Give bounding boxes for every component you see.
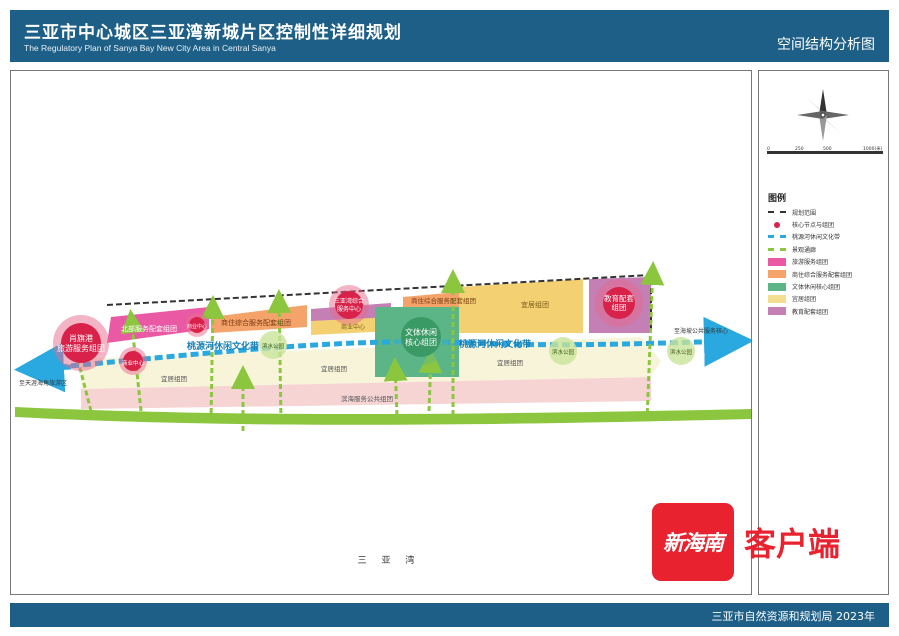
- label-residential-right: 宜居组团: [497, 358, 523, 367]
- legend-item: 宜居组团: [768, 293, 852, 305]
- compass-and-scale: 0 250 500 1000(米): [767, 89, 883, 154]
- legend-label: 教育配套组团: [792, 308, 829, 316]
- plan-title: 三亚市中心城区三亚湾新城片区控制性详细规划: [24, 23, 402, 43]
- legend-item: 景观通廊: [768, 243, 852, 255]
- scale-label-0: 0: [767, 146, 770, 152]
- legend-item: 核心节点与组团: [768, 218, 852, 230]
- legend-item: 教育配套组团: [768, 305, 852, 317]
- plan-subtitle: The Regulatory Plan of Sanya Bay New Cit…: [24, 43, 276, 53]
- node-leisure: [401, 317, 441, 357]
- label-park-3: 滨水公园: [670, 348, 693, 356]
- legend-label: 核心节点与组团: [792, 222, 835, 230]
- label-residential-mid: 宜居组团: [321, 364, 347, 373]
- scale-label-1: 250: [795, 146, 804, 152]
- node-west-port: [61, 323, 101, 363]
- legend-swatch: [768, 270, 786, 279]
- label-residential-left: 宜居组团: [161, 374, 187, 383]
- legend-title: 图例: [768, 194, 787, 204]
- legend-item: 商住综合服务配套组团: [768, 268, 852, 280]
- legend-label: 规划范围: [792, 209, 817, 217]
- legend-label: 桃源河休闲文化带: [792, 234, 841, 242]
- label-river-belt-right: 桃源河休闲文化带: [459, 338, 531, 350]
- watermark-text: 客户端: [744, 525, 841, 563]
- structure-map: 肖旗港旅游服务组团 文体休闲核心组团 教育配套组团 三亚湾综合服务中心 桃源河休…: [14, 261, 751, 566]
- header-bar: 三亚市中心城区三亚湾新城片区控制性详细规划 The Regulatory Pla…: [10, 10, 889, 62]
- legend-label: 文体休闲核心组团: [792, 284, 841, 292]
- legend-label: 旅游服务组团: [792, 259, 829, 267]
- label-commerce-left: 北部服务配套组团: [121, 324, 177, 333]
- label-coastal-band: 滨海服务公共组团: [341, 394, 393, 403]
- legend-swatch: [768, 221, 786, 229]
- scale-label-3: 1000(米): [863, 145, 883, 152]
- footer-bar: 三亚市自然资源和规划局 2023年: [10, 603, 889, 627]
- legend-swatch: [768, 208, 786, 216]
- legend-item: 文体休闲核心组团: [768, 280, 852, 292]
- compass-rose-icon: [797, 89, 849, 141]
- legend-label: 商住综合服务配套组团: [792, 271, 853, 279]
- legend-swatch: [768, 245, 786, 253]
- coastal-green-belt: [15, 407, 751, 425]
- footer-credit: 三亚市自然资源和规划局 2023年: [711, 610, 876, 623]
- label-residential-top-right: 宜居组团: [521, 300, 549, 309]
- map-canvas: 肖旗港旅游服务组团 文体休闲核心组团 教育配套组团 三亚湾综合服务中心 桃源河休…: [10, 70, 752, 595]
- label-park-2: 滨水公园: [552, 348, 575, 356]
- legend-item: 规划范围: [768, 206, 852, 218]
- label-commerce-right: 商住综合服务配套组团: [411, 296, 476, 305]
- watermark-badge: 新海南: [652, 503, 734, 581]
- label-east-dest: 至海坡公共服务核心: [674, 327, 728, 335]
- label-sea: 三 亚 湾: [358, 554, 421, 566]
- label-park-1: 滨水公园: [262, 342, 285, 350]
- map-title: 空间结构分析图: [777, 37, 875, 53]
- label-commerce-mid: 商住综合服务配套组团: [221, 318, 291, 327]
- legend-item: 旅游服务组团: [768, 256, 852, 268]
- legend-list: 规划范围核心节点与组团 桃源河休闲文化带 景观通廊旅游服务组团商住综合服务配套组团文…: [768, 206, 852, 318]
- legend-swatch: [768, 282, 786, 291]
- node-bay-center: [335, 291, 363, 319]
- legend-label: 景观通廊: [792, 246, 817, 254]
- legend-item: 桃源河休闲文化带: [768, 231, 852, 243]
- scale-label-2: 500: [823, 146, 832, 152]
- legend-label: 宜居组团: [792, 296, 817, 304]
- label-comprehensive-small: 商业中心: [341, 323, 365, 331]
- label-river-belt-left: 桃源河休闲文化带: [187, 340, 259, 352]
- label-node-commerce: 商业中心: [122, 359, 145, 367]
- watermark: 新海南 客户端: [652, 503, 840, 581]
- legend-swatch: [768, 257, 786, 266]
- legend-swatch: [768, 307, 786, 316]
- label-node-commerce-2: 商业中心: [187, 323, 207, 330]
- river-culture-belt-west: [14, 342, 72, 393]
- legend-swatch: [768, 233, 786, 241]
- legend-swatch: [768, 294, 786, 303]
- label-west-exit: 至天涯海角旅游区: [19, 379, 67, 387]
